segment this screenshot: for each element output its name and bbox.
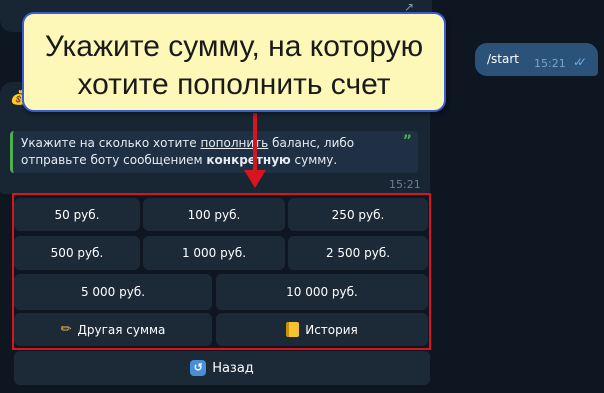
history-button[interactable]: История: [216, 313, 428, 346]
annotation-callout: Укажите сумму, на которую хотите пополни…: [22, 12, 446, 112]
quote-mark-icon: ”: [402, 133, 412, 149]
back-button[interactable]: ↺ Назад: [14, 351, 430, 385]
notebook-icon: [286, 322, 300, 337]
amount-250-button[interactable]: 250 руб.: [288, 198, 428, 231]
double-check-icon: ✓✓: [573, 55, 587, 69]
callout-line-1: Укажите сумму, на которую: [44, 30, 424, 63]
bot-message-text: Укажите на сколько хотите пополнить бала…: [21, 136, 355, 167]
bot-message-time: 15:21: [389, 178, 421, 191]
back-arrow-icon: ↺: [190, 360, 207, 376]
annotation-arrow-shaft: [253, 113, 257, 173]
outgoing-message-text: /start: [487, 52, 519, 66]
amount-2500-button[interactable]: 2 500 руб.: [288, 236, 428, 270]
amount-1000-button[interactable]: 1 000 руб.: [143, 236, 285, 270]
quote-block: Укажите на сколько хотите пополнить бала…: [10, 131, 418, 173]
pencil-icon: ✏: [60, 322, 72, 337]
other-amount-button[interactable]: ✏ Другая сумма: [14, 313, 212, 346]
amount-100-button[interactable]: 100 руб.: [143, 198, 285, 231]
amount-10000-button[interactable]: 10 000 руб.: [216, 274, 428, 310]
annotation-arrow-head: [244, 170, 266, 188]
amount-500-button[interactable]: 500 руб.: [14, 236, 140, 270]
outgoing-message-bubble: /start 15:21 ✓✓: [475, 43, 598, 76]
amount-50-button[interactable]: 50 руб.: [14, 198, 140, 231]
outgoing-message-time: 15:21: [534, 57, 566, 70]
amount-5000-button[interactable]: 5 000 руб.: [14, 274, 212, 310]
callout-line-2: хотите пополнить счет: [77, 68, 391, 101]
